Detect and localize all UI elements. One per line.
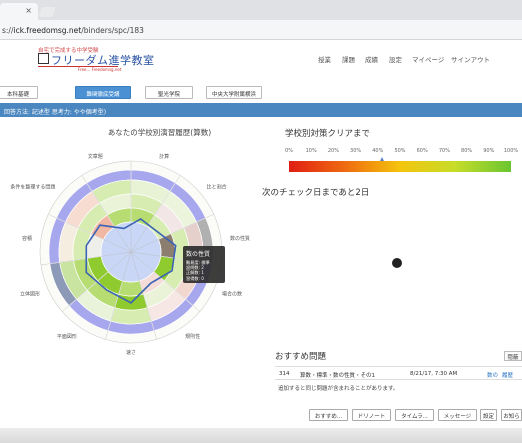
nav-item-lessons[interactable]: 授業 — [318, 54, 331, 64]
recommend-note: 追加すると同じ問題が含まれることがあります。 — [278, 386, 399, 392]
goal-tick-label: 30% — [350, 148, 362, 154]
radar-axis-label: 容積 — [22, 235, 32, 242]
url-prefix: s:// — [2, 26, 14, 35]
radar-tooltip: 数の性質 難易度: 標準 設問数: 2 正解数: 1 習得数: 0 — [183, 246, 225, 283]
radar-axis-label: 立体図形 — [20, 291, 40, 298]
course-button-basic[interactable]: 本科基礎 — [0, 86, 38, 99]
browser-tabbar: × — [0, 0, 522, 20]
radar-axis-label: 文章題 — [88, 153, 103, 160]
goal-tick-label: 40% — [372, 148, 384, 154]
goal-progress-bar — [289, 161, 511, 172]
goal-title: 学校別対策クリアまで — [285, 129, 371, 139]
tooltip-line: 習得数: 0 — [186, 275, 204, 281]
goal-tick-label: 80% — [461, 148, 473, 154]
row-link-history[interactable]: 履歴 — [502, 371, 513, 379]
goal-tick-label: 70% — [438, 148, 450, 154]
recommend-title: おすすめ問題 — [275, 352, 327, 362]
row-date: 8/21/17, 7:30 AM — [410, 371, 458, 377]
goal-tick-label: 90% — [483, 148, 495, 154]
goal-tick-label: 20% — [327, 148, 339, 154]
url-path: /binders/spc/183 — [81, 26, 144, 35]
radar-axis-label: 条件を整理する問題 — [10, 184, 55, 191]
goal-tick-label: 50% — [394, 148, 406, 154]
nav-item-settings[interactable]: 設定 — [389, 54, 402, 64]
radar-axis-label: 平面図形 — [57, 333, 77, 340]
bottom-button-timeline[interactable]: タイムラ... — [395, 409, 434, 421]
row-link-topic[interactable]: 数の — [487, 371, 498, 379]
goal-tick-label: 60% — [416, 148, 428, 154]
nav-item-mypage[interactable]: マイページ — [412, 54, 444, 64]
goal-tick-label: 10% — [305, 148, 317, 154]
goal-marker-icon — [379, 157, 384, 161]
recommend-row[interactable]: 314 算数・標準・数の性質・その1 8/21/17, 7:30 AM 数の 履… — [275, 366, 522, 380]
info-bar: 回答方法: 記述型 思考力: やや個考型) — [0, 103, 522, 117]
radar-axis-label: 比と割合 — [207, 184, 227, 191]
row-name[interactable]: 算数・標準・数の性質・その1 — [300, 371, 375, 379]
brand-logo-icon — [38, 53, 49, 64]
school-button-seiko[interactable]: 聖光学院 — [145, 86, 193, 99]
new-tab-button[interactable] — [38, 7, 56, 17]
nav-item-signout[interactable]: サインアウト — [451, 54, 490, 64]
brand-sub: Free... Freedomsg.net — [78, 67, 122, 72]
loading-indicator-icon — [392, 258, 402, 268]
address-bar[interactable]: s://ick.freedomsg.net/binders/spc/183 — [0, 20, 522, 40]
goal-tick-label: 0% — [285, 148, 293, 154]
row-number: 314 — [279, 371, 290, 377]
bottom-button-recommend[interactable]: おすすめ... — [309, 409, 348, 421]
school-button-chuo[interactable]: 中央大学附属横浜 — [206, 86, 262, 99]
hide-button[interactable]: 隠蔽 — [504, 351, 522, 361]
bottom-button-news[interactable]: お知ら — [501, 409, 522, 421]
tooltip-title: 数の性質 — [186, 251, 211, 258]
bottom-button-settings[interactable]: 設定 — [480, 409, 497, 421]
tab-close-icon[interactable]: × — [25, 6, 32, 15]
radar-axis-label: 計算 — [159, 153, 169, 160]
radar-axis-label: 数の性質 — [230, 235, 250, 242]
bottom-button-message[interactable]: メッセージ — [438, 409, 477, 421]
browser-tab[interactable]: × — [0, 3, 38, 20]
nav-item-tasks[interactable]: 課題 — [342, 54, 355, 64]
radar-axis-label: 速さ — [126, 349, 136, 356]
nav-item-grades[interactable]: 成績 — [365, 54, 378, 64]
radar-title: あなたの学校別演習履歴(算数) — [107, 128, 212, 137]
radar-axis-label: 規則性 — [185, 333, 200, 340]
url-host: ick.freedomsg.net — [13, 26, 82, 35]
bottom-button-drill[interactable]: ドリノート — [352, 409, 391, 421]
next-check-title: 次のチェック日まであと2日 — [262, 188, 370, 198]
window-bottom-edge — [0, 428, 522, 443]
goal-tick-label: 100% — [503, 148, 519, 154]
course-button-advanced[interactable]: 難関徹底受講 — [75, 86, 131, 99]
radar-axis-label: 場合の数 — [222, 291, 242, 298]
